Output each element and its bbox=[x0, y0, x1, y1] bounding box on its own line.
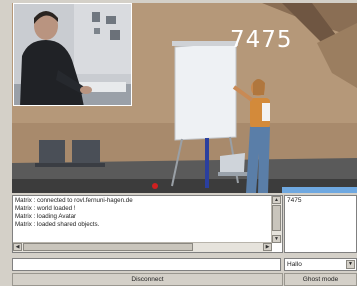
log-line: Matrix : connected to rovl.fernuni-hagen… bbox=[15, 197, 133, 204]
flipchart-board[interactable] bbox=[174, 41, 237, 141]
scroll-right-arrow-icon[interactable]: ▶ bbox=[263, 243, 272, 251]
flipchart-top bbox=[172, 41, 238, 46]
log-line: Matrix : world loaded ! bbox=[15, 205, 76, 212]
laptop-base bbox=[218, 172, 248, 176]
log-line: Matrix : loaded shared objects. bbox=[15, 221, 100, 228]
chair bbox=[72, 140, 100, 167]
chevron-down-icon[interactable]: ▼ bbox=[346, 260, 355, 269]
mode-select[interactable]: Hallo ▼ bbox=[284, 258, 357, 271]
floating-number-label: 7475 bbox=[230, 27, 293, 53]
chair bbox=[39, 140, 65, 167]
scroll-up-arrow-icon[interactable]: ▲ bbox=[272, 196, 281, 204]
app-window: 7475 Matrix : connected to rovl.fernuni-… bbox=[0, 0, 357, 286]
scroll-thumb[interactable] bbox=[23, 243, 193, 251]
chat-log-horizontal-scrollbar[interactable]: ◀ ▶ bbox=[13, 242, 272, 252]
scroll-down-arrow-icon[interactable]: ▼ bbox=[272, 235, 281, 243]
webcam-view bbox=[13, 3, 132, 106]
side-info-panel[interactable]: 7475 bbox=[284, 195, 357, 253]
ghost-mode-button[interactable]: Ghost mode bbox=[284, 273, 357, 286]
scroll-thumb[interactable] bbox=[272, 205, 281, 231]
chat-log-lines: Matrix : connected to rovl.fernuni-hagen… bbox=[15, 197, 273, 241]
chat-log-vertical-scrollbar[interactable]: ▲ ▼ bbox=[271, 196, 282, 243]
marker-dot bbox=[152, 183, 158, 189]
floor-bar bbox=[282, 187, 357, 193]
log-line: Matrix : loading Avatar bbox=[15, 213, 77, 220]
bench bbox=[35, 163, 105, 167]
laptop-screen bbox=[220, 153, 245, 173]
scroll-left-arrow-icon[interactable]: ◀ bbox=[13, 243, 22, 251]
disconnect-button[interactable]: Disconnect bbox=[12, 273, 283, 286]
webcam-image bbox=[14, 4, 131, 105]
virtual-world-viewport[interactable]: 7475 bbox=[12, 3, 357, 193]
chat-input[interactable] bbox=[12, 258, 281, 271]
mode-select-value: Hallo bbox=[287, 261, 302, 268]
chat-log[interactable]: Matrix : connected to rovl.fernuni-hagen… bbox=[12, 195, 283, 253]
